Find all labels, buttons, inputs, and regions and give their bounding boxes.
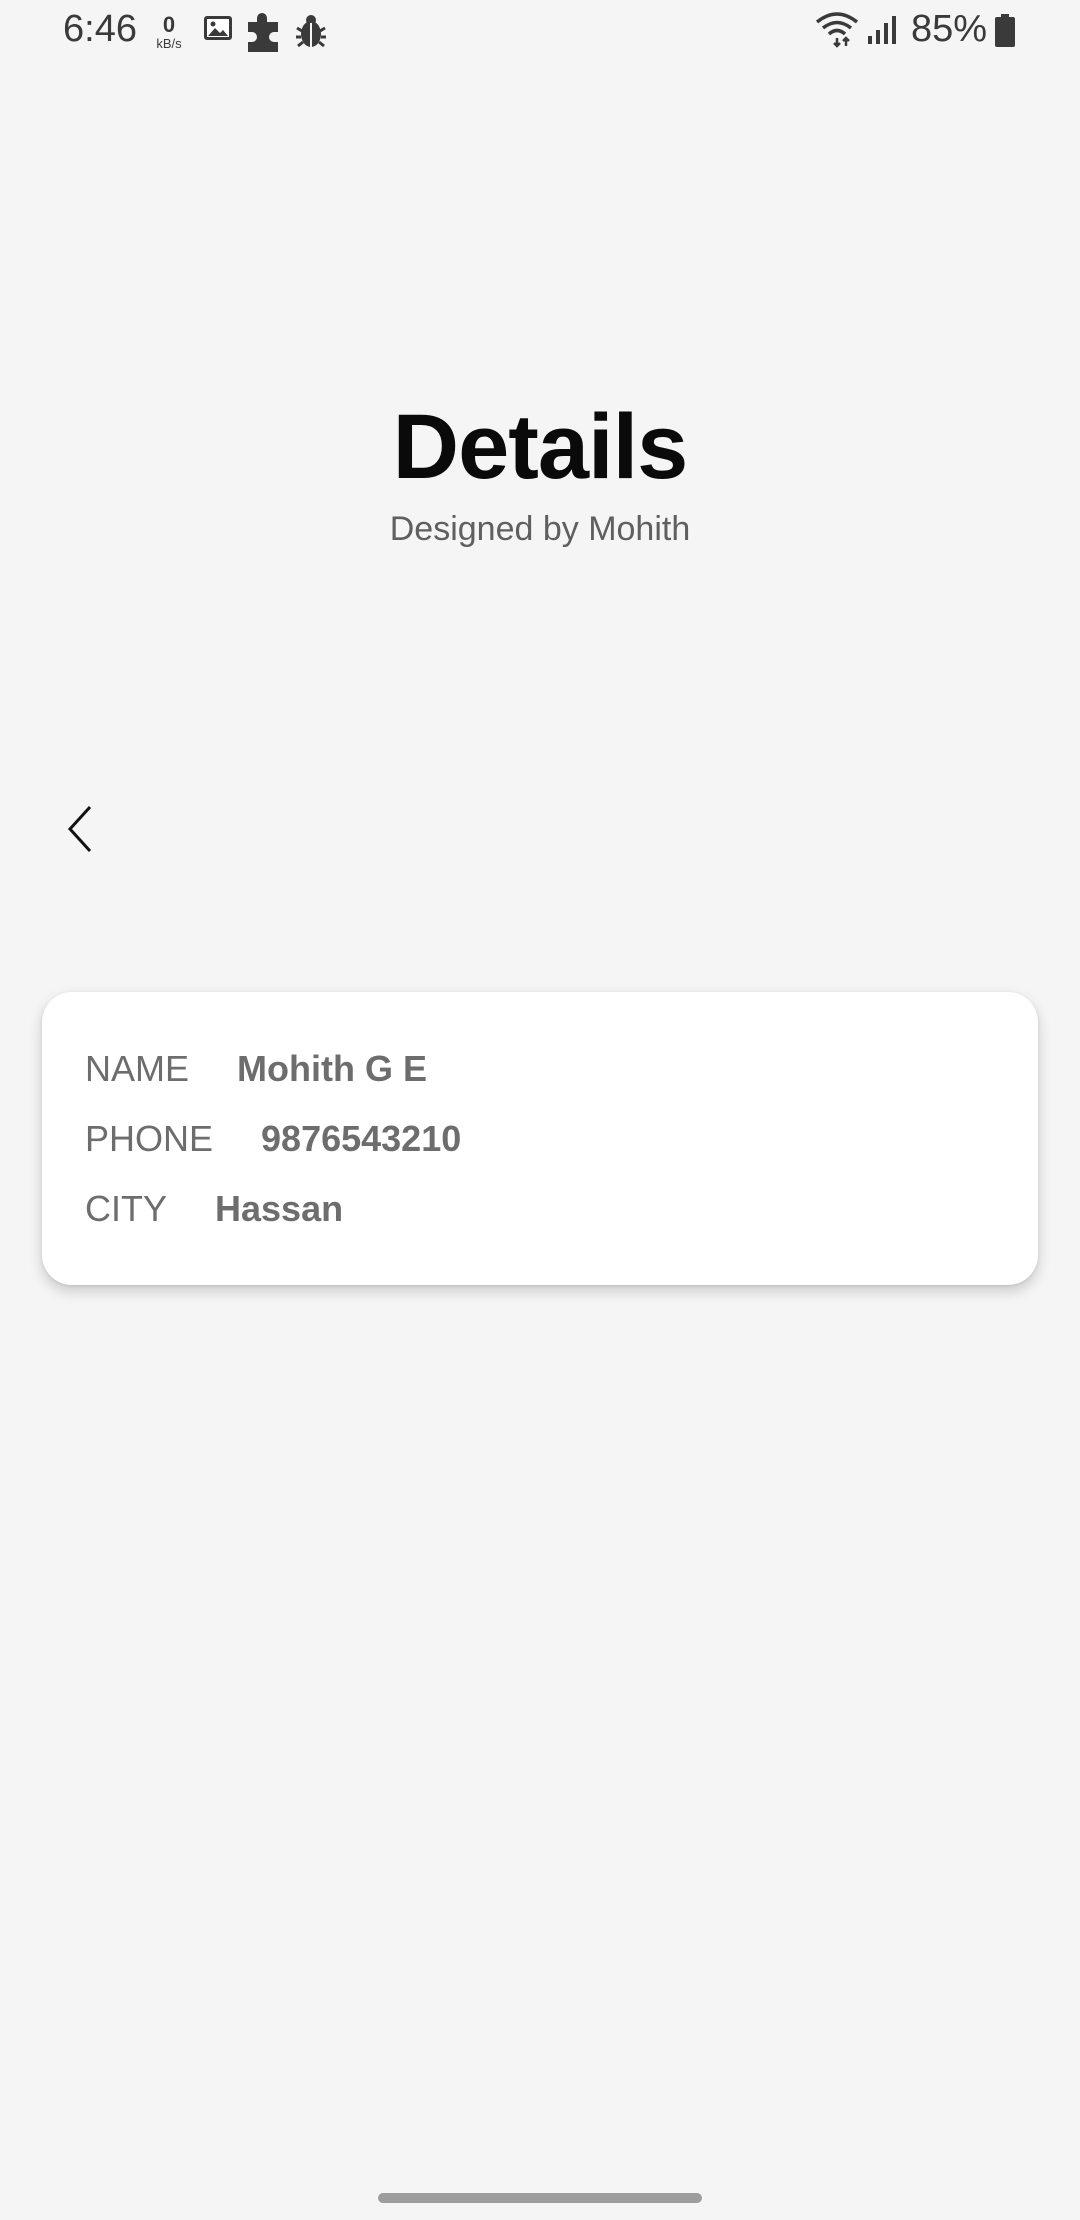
city-value: Hassan bbox=[215, 1188, 344, 1229]
gallery-icon bbox=[202, 12, 234, 49]
bug-icon bbox=[294, 12, 328, 55]
status-time: 6:46 bbox=[63, 8, 137, 50]
page-subtitle: Designed by Mohith bbox=[389, 510, 691, 548]
puzzle-icon bbox=[244, 10, 284, 59]
net-speed-unit: kB/s bbox=[156, 36, 182, 51]
name-row: NAME Mohith G E bbox=[85, 1048, 427, 1090]
signal-icon bbox=[866, 14, 898, 51]
back-button[interactable] bbox=[52, 792, 108, 866]
phone-label: PHONE bbox=[85, 1118, 214, 1159]
net-speed-value: 0 bbox=[162, 12, 176, 37]
page-title: Details bbox=[392, 396, 689, 498]
city-row: CITY Hassan bbox=[85, 1188, 343, 1230]
net-speed: 0 kB/s bbox=[152, 12, 186, 51]
phone-row: PHONE 9876543210 bbox=[85, 1118, 461, 1160]
city-label: CITY bbox=[85, 1188, 168, 1229]
name-value: Mohith G E bbox=[237, 1048, 427, 1089]
status-bar: 6:46 0 kB/s 85% bbox=[0, 0, 1080, 64]
battery-percent: 85% bbox=[911, 8, 988, 50]
chevron-left-icon bbox=[67, 805, 92, 853]
phone-value: 9876543210 bbox=[261, 1118, 462, 1159]
name-label: NAME bbox=[85, 1048, 190, 1089]
battery-icon bbox=[994, 14, 1016, 53]
wifi-icon bbox=[815, 12, 859, 53]
home-indicator[interactable] bbox=[378, 2193, 702, 2203]
details-card: NAME Mohith G E PHONE 9876543210 CITY Hassa… bbox=[42, 992, 1038, 1285]
